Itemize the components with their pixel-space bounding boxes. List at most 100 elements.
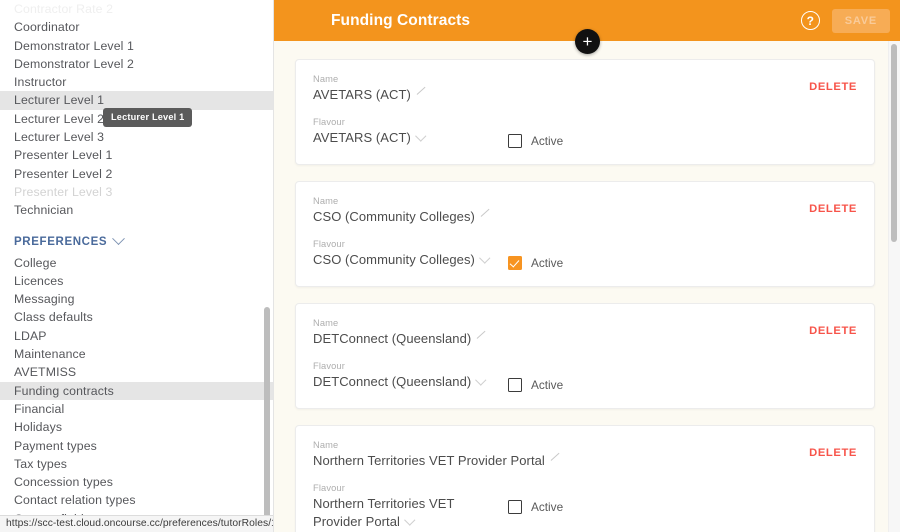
topbar-actions: ? SAVE xyxy=(800,8,900,33)
active-checkbox[interactable] xyxy=(508,378,522,392)
sidebar-item-demonstrator-level-1[interactable]: Demonstrator Level 1 xyxy=(0,37,273,55)
funding-contract-card: Name DETConnect (Queensland) Flavour DETCon… xyxy=(295,303,875,409)
active-checkbox-label: Active xyxy=(531,134,564,148)
sidebar-item-contact-relation-types[interactable]: Contact relation types xyxy=(0,491,273,509)
sidebar-item-demonstrator-level-2[interactable]: Demonstrator Level 2 xyxy=(0,55,273,73)
sidebar-item-coordinator[interactable]: Coordinator xyxy=(0,18,273,36)
sidebar-item-label: Demonstrator Level 2 xyxy=(14,56,135,71)
sidebar-item-maintenance[interactable]: Maintenance xyxy=(0,345,273,363)
active-checkbox[interactable] xyxy=(508,500,522,514)
active-checkbox-label: Active xyxy=(531,500,564,514)
sidebar-item-tax-types[interactable]: Tax types xyxy=(0,455,273,473)
flavour-field-value[interactable]: AVETARS (ACT) xyxy=(313,130,411,145)
sidebar-item-holidays[interactable]: Holidays xyxy=(0,418,273,436)
chevron-down-icon[interactable] xyxy=(481,253,490,262)
flavour-row: Flavour Northern Territories VET Provider… xyxy=(313,483,856,531)
delete-button[interactable]: DELETE xyxy=(809,325,857,337)
sidebar-item-label: Contact relation types xyxy=(14,493,136,508)
sidebar-item-licences[interactable]: Licences xyxy=(0,272,273,290)
sidebar-item-label: LDAP xyxy=(14,328,47,343)
cards-host: Name AVETARS (ACT) Flavour AVETARS (ACT) Act… xyxy=(295,59,875,532)
name-field-value[interactable]: Northern Territories VET Provider Portal xyxy=(313,453,545,468)
chevron-down-icon[interactable] xyxy=(477,375,486,384)
sidebar-item-label: Concession types xyxy=(14,475,114,490)
name-field-label: Name xyxy=(313,196,339,206)
name-field-value[interactable]: AVETARS (ACT) xyxy=(313,87,411,102)
question-mark-circle-icon[interactable]: ? xyxy=(800,11,820,30)
delete-button[interactable]: DELETE xyxy=(809,447,857,459)
sidebar-item-technician[interactable]: Technician xyxy=(0,201,273,219)
edit-pencil-icon[interactable] xyxy=(476,334,486,344)
add-button[interactable]: + xyxy=(575,29,600,54)
sidebar-item-concession-types[interactable]: Concession types xyxy=(0,473,273,491)
flavour-row: Flavour DETConnect (Queensland) Active xyxy=(313,361,856,392)
sidebar-item-presenter-level-3[interactable]: Presenter Level 3 xyxy=(0,183,273,201)
sidebar-item-label: Messaging xyxy=(14,292,75,307)
edit-pencil-icon[interactable] xyxy=(550,456,560,466)
sidebar-item-label: Financial xyxy=(14,401,65,416)
active-checkbox-label: Active xyxy=(531,378,564,392)
sidebar-scrollbar-thumb[interactable] xyxy=(264,307,270,532)
chevron-down-icon[interactable] xyxy=(417,131,426,140)
sidebar-item-class-defaults[interactable]: Class defaults xyxy=(0,308,273,326)
active-checkbox-group: Active xyxy=(508,239,563,270)
sidebar-item-presenter-level-2[interactable]: Presenter Level 2 xyxy=(0,165,273,183)
sidebar-scrollbar[interactable] xyxy=(263,0,272,532)
sidebar-item-contractor-rate-2[interactable]: Contractor Rate 2 xyxy=(0,0,273,18)
sidebar-item-label: Presenter Level 3 xyxy=(14,184,113,199)
sidebar-item-funding-contracts[interactable]: Funding contracts xyxy=(0,381,273,400)
status-bar-url: https://scc-test.cloud.oncourse.cc/prefe… xyxy=(0,515,273,532)
active-checkbox[interactable] xyxy=(508,256,522,270)
flavour-field-group: Flavour AVETARS (ACT) xyxy=(313,117,503,147)
flavour-field-group: Flavour DETConnect (Queensland) xyxy=(313,361,503,391)
name-field-value[interactable]: DETConnect (Queensland) xyxy=(313,331,471,346)
sidebar-item-college[interactable]: College xyxy=(0,254,273,272)
delete-button[interactable]: DELETE xyxy=(809,81,857,93)
active-checkbox-group: Active xyxy=(508,483,563,514)
main-scrollbar-thumb[interactable] xyxy=(890,44,897,242)
page-title: Funding Contracts xyxy=(331,11,471,29)
sidebar-item-ldap[interactable]: LDAP xyxy=(0,327,273,345)
sidebar-item-label: Class defaults xyxy=(14,310,93,325)
sidebar: Contractor Rate 2 Coordinator Demonstrator… xyxy=(0,0,274,532)
sidebar-item-label: College xyxy=(14,255,57,270)
sidebar-section-label: PREFERENCES xyxy=(14,235,108,248)
active-checkbox-group: Active xyxy=(508,361,563,392)
sidebar-item-label: Funding contracts xyxy=(14,383,114,398)
funding-contracts-list: Name AVETARS (ACT) Flavour AVETARS (ACT) Act… xyxy=(274,41,900,532)
sidebar-item-label: Holidays xyxy=(14,420,63,435)
edit-pencil-icon[interactable] xyxy=(416,90,426,100)
save-button[interactable]: SAVE xyxy=(831,8,890,33)
edit-pencil-icon[interactable] xyxy=(480,212,490,222)
funding-contract-card: Name AVETARS (ACT) Flavour AVETARS (ACT) Act… xyxy=(295,59,875,165)
sidebar-item-avetmiss[interactable]: AVETMISS xyxy=(0,363,273,381)
sidebar-item-label: AVETMISS xyxy=(14,365,77,380)
sidebar-item-financial[interactable]: Financial xyxy=(0,400,273,418)
flavour-field-value[interactable]: CSO (Community Colleges) xyxy=(313,252,475,267)
active-checkbox[interactable] xyxy=(508,134,522,148)
delete-button[interactable]: DELETE xyxy=(809,203,857,215)
sidebar-item-instructor[interactable]: Instructor xyxy=(0,73,273,91)
sidebar-item-presenter-level-1[interactable]: Presenter Level 1 xyxy=(0,146,273,164)
sidebar-item-lecturer-level-3[interactable]: Lecturer Level 3 xyxy=(0,128,273,146)
chevron-down-icon[interactable] xyxy=(406,515,415,524)
flavour-field-value[interactable]: DETConnect (Queensland) xyxy=(313,374,471,389)
name-field-group: Name Northern Territories VET Provider Po… xyxy=(313,440,856,470)
sidebar-item-payment-types[interactable]: Payment types xyxy=(0,437,273,455)
main-scrollbar[interactable] xyxy=(888,41,900,532)
sidebar-item-label: Lecturer Level 3 xyxy=(14,130,105,145)
sidebar-section-preferences[interactable]: PREFERENCES xyxy=(0,232,273,248)
sidebar-item-label: Contractor Rate 2 xyxy=(14,2,114,16)
sidebar-item-label: Tax types xyxy=(14,456,68,471)
tooltip-lecturer-level-1: Lecturer Level 1 xyxy=(103,108,193,127)
name-field-value[interactable]: CSO (Community Colleges) xyxy=(313,209,475,224)
flavour-field-value[interactable]: Northern Territories VET Provider Portal xyxy=(313,496,454,529)
sidebar-item-messaging[interactable]: Messaging xyxy=(0,290,273,308)
sidebar-item-label: Demonstrator Level 1 xyxy=(14,38,135,53)
sidebar-item-label: Lecturer Level 2 xyxy=(14,111,105,126)
flavour-row: Flavour AVETARS (ACT) Active xyxy=(313,117,856,148)
active-checkbox-label: Active xyxy=(531,256,564,270)
flavour-field-group: Flavour CSO (Community Colleges) xyxy=(313,239,503,269)
name-field-label: Name xyxy=(313,440,339,450)
funding-contract-card: Name CSO (Community Colleges) Flavour CSO (… xyxy=(295,181,875,287)
